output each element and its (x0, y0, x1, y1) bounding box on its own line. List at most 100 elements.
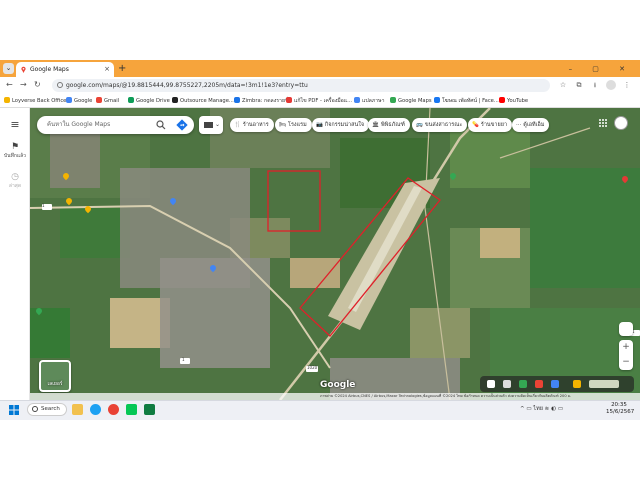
bookmark-favicon-icon (96, 97, 102, 103)
bookmark-star-icon[interactable]: ☆ (558, 80, 568, 90)
road-label: 1 (182, 357, 185, 362)
bookmark-item[interactable]: Gmail (96, 97, 119, 105)
windows-start-icon[interactable] (9, 405, 19, 415)
bookmark-item[interactable]: Loyverse Back Office (4, 97, 66, 105)
recent-label: ล่าสุด (8, 183, 22, 189)
clock-time: 20:35 (611, 402, 627, 408)
satellite-imagery (30, 108, 640, 400)
search-icon (32, 406, 38, 412)
bookmark-item[interactable]: Google Maps (390, 97, 432, 105)
screen-bottom-margin (0, 420, 640, 480)
layers-label: เลเยอร์ (47, 381, 63, 387)
edge-icon[interactable] (90, 404, 101, 415)
chip-things-to-do[interactable]: 📷 กิจกรรมน่าสนใจ (312, 118, 370, 132)
bookmark-item[interactable]: Google Drive (128, 97, 170, 105)
chevron-down-icon: ⌄ (215, 121, 221, 128)
bookmark-label: Google (74, 98, 93, 104)
new-tab-button[interactable]: + (118, 62, 126, 76)
globe-icon[interactable] (487, 380, 495, 388)
google-logo: Google (320, 380, 356, 390)
share-icon[interactable] (551, 380, 559, 388)
chip-pharmacies[interactable]: 💊 ร้านขายยา (468, 118, 513, 132)
chip-atms[interactable]: ··· ตู้เอทีเอ็ม (512, 118, 550, 132)
my-location-icon[interactable] (619, 322, 633, 336)
chip-museums[interactable]: 🏛 พิพิธภัณฑ์ (368, 118, 410, 132)
bookmark-item[interactable]: Zimbra: กดลงรายชื่ (234, 97, 289, 105)
tab-google-maps[interactable]: Google Maps × (16, 62, 114, 77)
bookmark-item[interactable]: YouTube (499, 97, 528, 105)
restaurant-icon: 🍴 (234, 122, 241, 128)
pharmacy-icon: 💊 (472, 122, 479, 128)
window-controls[interactable]: – ▢ ✕ (569, 62, 634, 76)
layers-toggle[interactable]: เลเยอร์ (39, 360, 71, 392)
file-explorer-icon[interactable] (72, 404, 83, 415)
map-type-button[interactable]: ⌄ (199, 116, 223, 134)
zoom-in-button[interactable]: + (619, 340, 633, 355)
bookmark-favicon-icon (434, 97, 440, 103)
downloads-icon[interactable]: ⭳ (590, 80, 600, 90)
bookmark-label: โฆษณ เพ้อทัศน์ | Face... (442, 98, 499, 104)
back-arrow-icon[interactable]: ← (6, 79, 13, 91)
directions-icon[interactable] (176, 119, 188, 131)
bookmark-favicon-icon (286, 97, 292, 103)
screen-top-margin (0, 0, 640, 60)
museum-icon: 🏛 (372, 122, 379, 128)
bookmark-label: Zimbra: กดลงรายชื่ (242, 98, 289, 104)
chip-transit[interactable]: 🚌 ขนส่งสาธารณะ (412, 118, 468, 132)
profile-icon[interactable] (606, 80, 616, 90)
scale-bar (589, 380, 619, 388)
road-label: 1020 (307, 365, 318, 370)
history-icon: ◷ (11, 172, 19, 182)
chip-restaurants[interactable]: 🍴 ร้านอาหาร (230, 118, 274, 132)
zoom-out-button[interactable]: − (619, 355, 633, 370)
satellite-map[interactable]: 1 1 1020 1 (30, 108, 640, 400)
bookmark-item[interactable]: Google (66, 97, 92, 105)
google-apps-icon[interactable] (598, 118, 608, 128)
line-icon[interactable] (126, 404, 137, 415)
bookmark-favicon-icon (128, 97, 134, 103)
more-menu-icon[interactable]: ⋮ (622, 80, 632, 90)
photos-icon[interactable] (519, 380, 527, 388)
chip-label: ตู้เอทีเอ็ม (523, 122, 545, 128)
bookmark-item[interactable]: แปลภาษา (354, 97, 384, 105)
camera-icon: 📷 (316, 122, 323, 128)
street-view-icon[interactable] (503, 380, 511, 388)
bookmark-favicon-icon (499, 97, 505, 103)
saved-button[interactable]: ⚑ บันทึกแล้ว (0, 142, 30, 160)
taskbar-clock[interactable]: 20:35 15/6/2567 (606, 402, 634, 416)
tab-search-button[interactable]: ⌄ (3, 63, 14, 74)
saved-label: บันทึกแล้ว (3, 153, 26, 159)
bookmark-label: Outsource Manage... (180, 98, 234, 104)
bookmark-label: Google Maps (398, 98, 432, 104)
bookmark-item[interactable]: แก้ไข PDF - เครื่องมือแ... (286, 97, 352, 105)
bookmark-label: แปลภาษา (362, 98, 385, 104)
close-tab-icon[interactable]: × (104, 62, 110, 77)
chrome-icon[interactable] (108, 404, 119, 415)
search-input[interactable]: ค้นหาใน Google Maps (37, 116, 194, 134)
chip-label: ร้านขายยา (480, 122, 508, 128)
address-bar[interactable]: google.com/maps/@19.8815444,99.8755227,2… (52, 79, 550, 92)
system-tray[interactable]: ^ ▭ ไทย ≋ ◖) ▭ (520, 404, 563, 415)
taskbar-search-label: Search (41, 406, 60, 412)
chip-label: ขนส่งสาธารณะ (424, 122, 463, 128)
taskbar-search[interactable]: Search (27, 403, 67, 416)
bookmark-item[interactable]: Outsource Manage... (172, 97, 234, 105)
road-label: 1 (42, 203, 45, 208)
layers-icon (204, 122, 213, 128)
site-info-icon[interactable] (57, 82, 63, 88)
account-avatar[interactable] (614, 116, 628, 130)
reload-icon[interactable]: ↻ (34, 79, 41, 91)
pegman-icon[interactable] (573, 380, 581, 388)
bookmark-label: Loyverse Back Office (12, 98, 67, 104)
bookmark-item[interactable]: โฆษณ เพ้อทัศน์ | Face... (434, 97, 499, 105)
extensions-icon[interactable]: ⧉ (574, 80, 584, 90)
menu-icon[interactable]: ≡ (0, 118, 30, 131)
url-text: google.com/maps/@19.8815444,99.8755227,2… (66, 82, 308, 89)
chip-hotels[interactable]: 🛏 โรงแรม (275, 118, 312, 132)
measure-icon[interactable] (535, 380, 543, 388)
recent-button[interactable]: ◷ ล่าสุด (0, 172, 30, 190)
excel-icon[interactable] (144, 404, 155, 415)
forward-arrow-icon[interactable]: → (20, 79, 27, 91)
search-icon[interactable] (156, 120, 166, 130)
bookmark-favicon-icon (390, 97, 396, 103)
